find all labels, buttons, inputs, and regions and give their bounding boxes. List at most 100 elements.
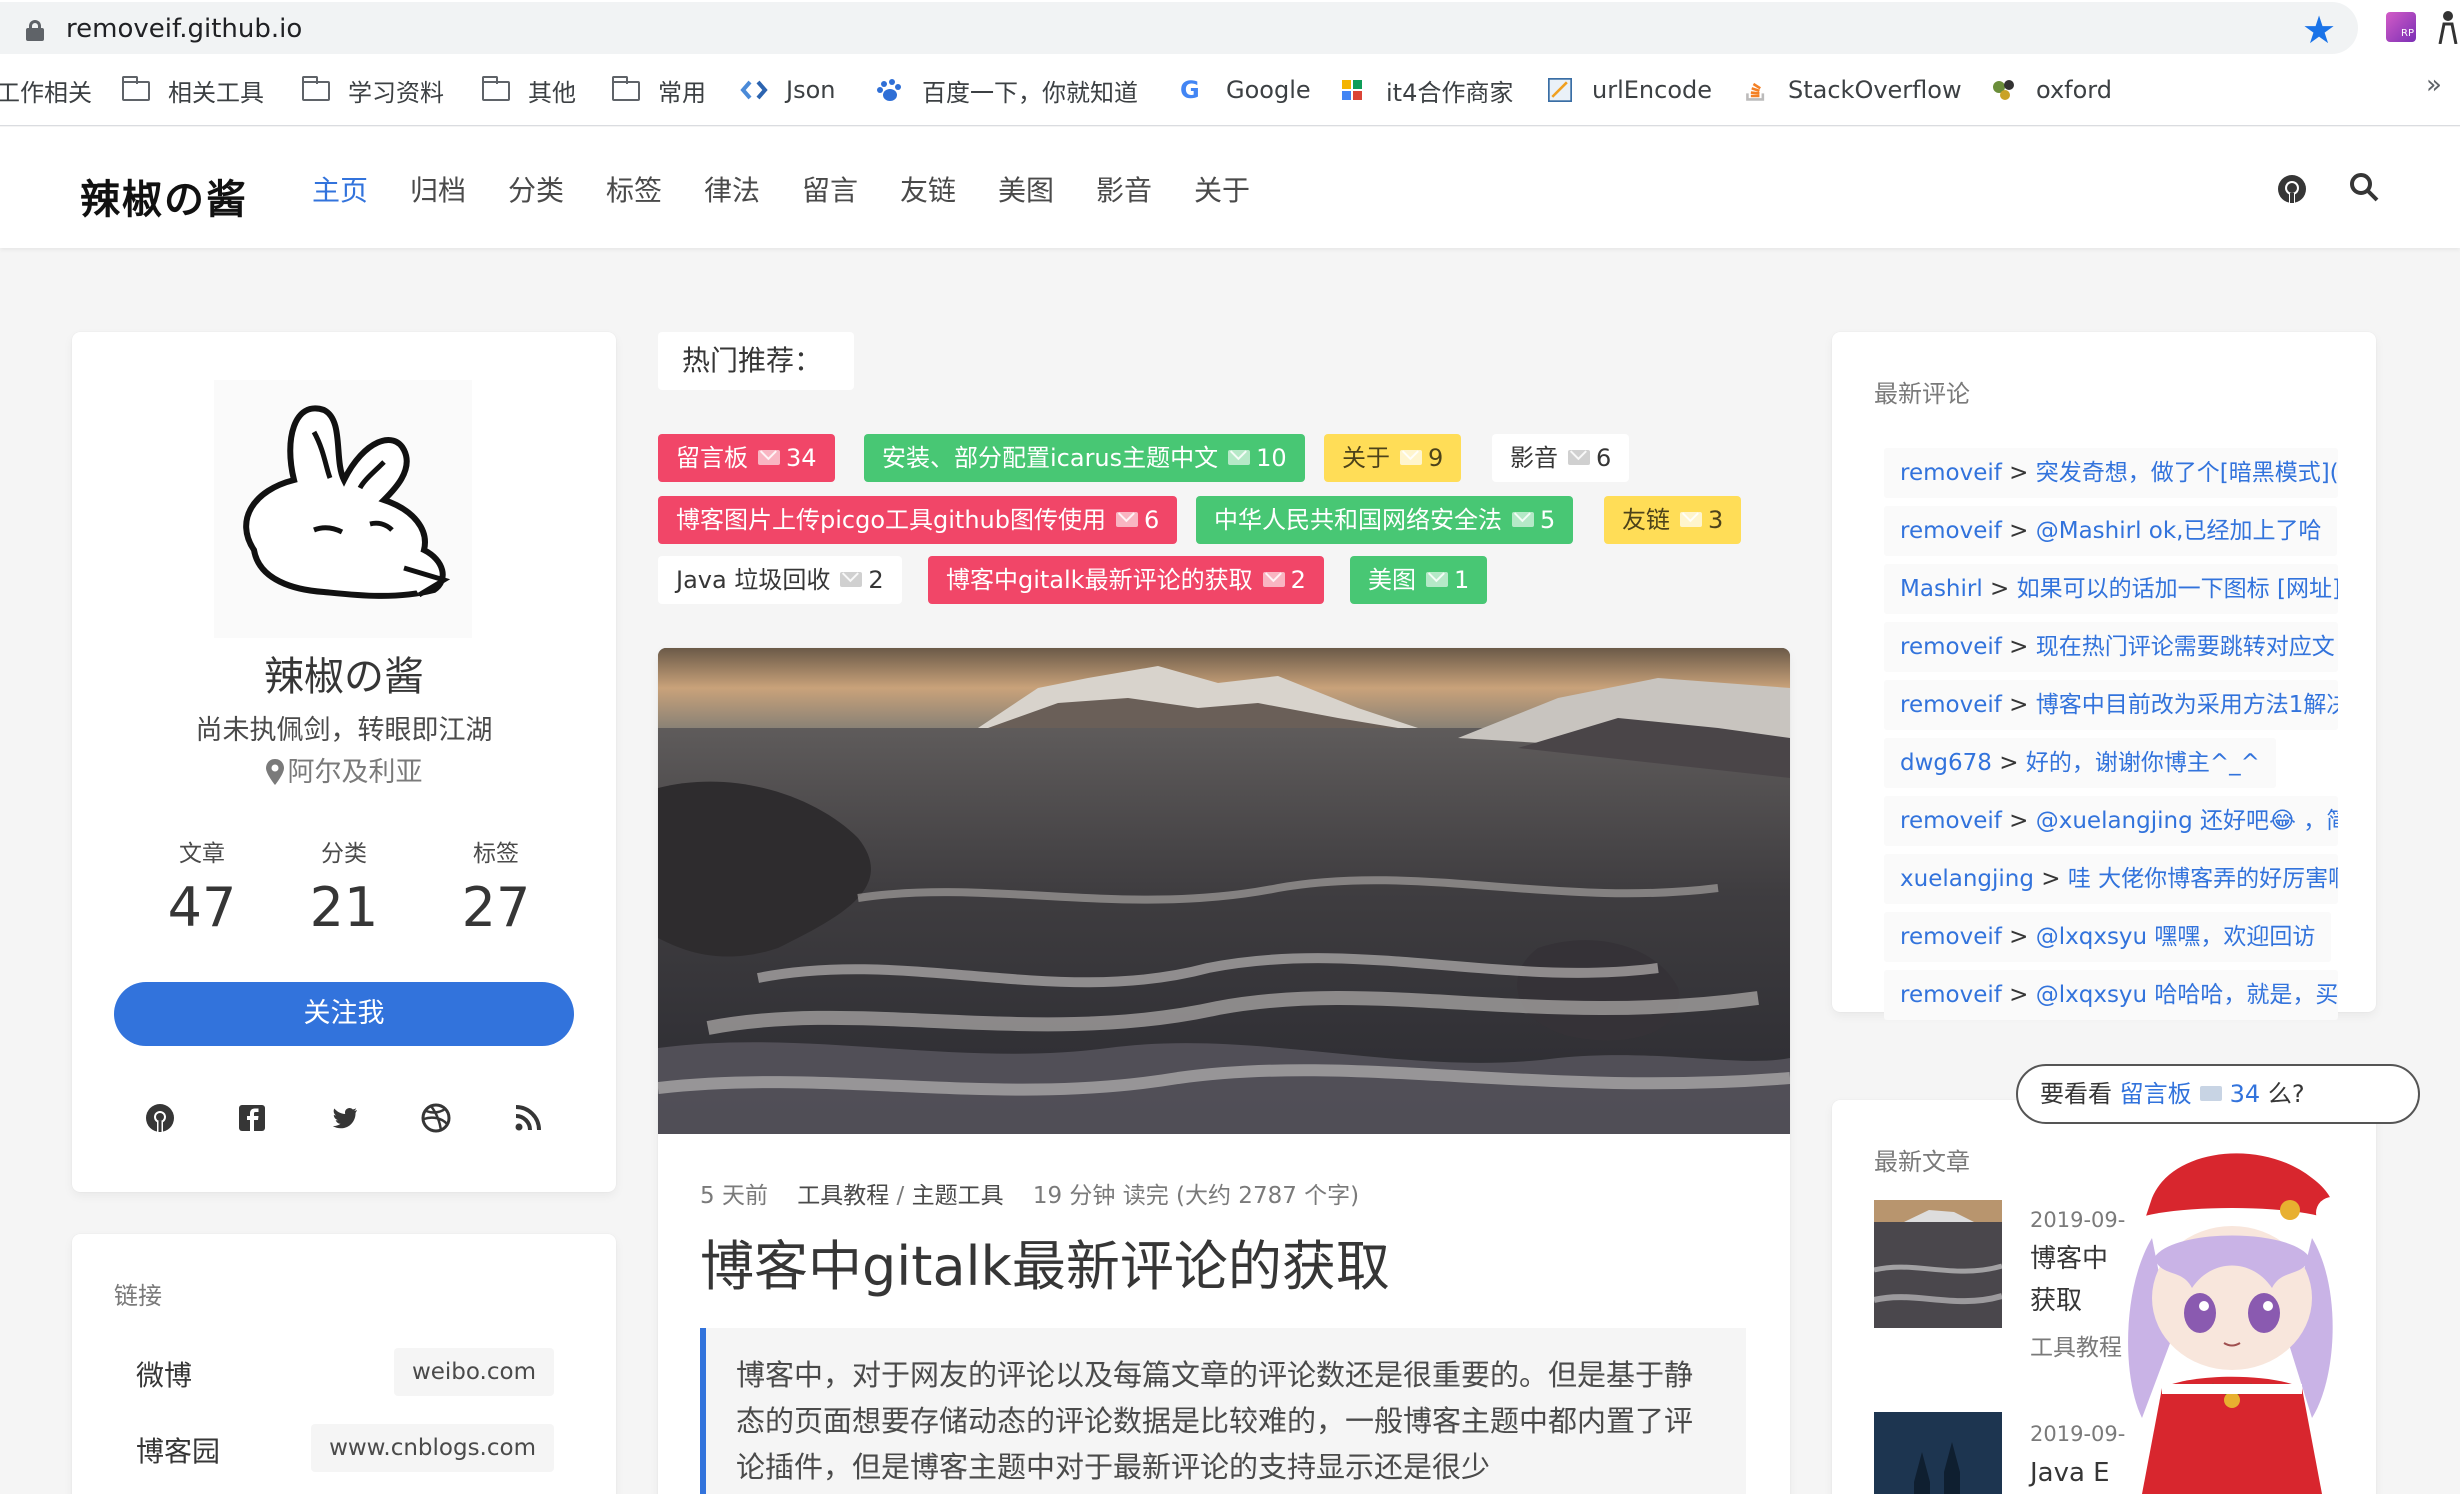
nav-home[interactable]: 主页: [312, 169, 368, 209]
latest-comments-card: 最新评论 removeif > 突发奇想，做了个[暗黑模式](h removei…: [1832, 332, 2376, 1020]
dribbble-icon[interactable]: [420, 1102, 452, 1134]
comment-item[interactable]: removeif > 突发奇想，做了个[暗黑模式](h: [1884, 448, 2338, 498]
bookmark-folder[interactable]: 常用: [612, 72, 706, 108]
comment-item[interactable]: removeif > @xuelangjing 还好吧😂 ，简单: [1884, 796, 2338, 846]
nav-media[interactable]: 影音: [1096, 169, 1152, 209]
urlencode-icon: [1548, 78, 1572, 102]
nav-categories[interactable]: 分类: [508, 169, 564, 209]
bookmark-link[interactable]: StackOverflow: [1742, 72, 1962, 108]
rss-icon[interactable]: [512, 1102, 544, 1134]
baidu-paw-icon: [877, 79, 901, 101]
envelope-icon: [1115, 512, 1138, 527]
github-icon[interactable]: [144, 1102, 176, 1134]
bookmark-link[interactable]: Json: [740, 72, 835, 108]
extension-rp-icon[interactable]: RP: [2386, 12, 2416, 42]
bookmark-folder[interactable]: 其他: [482, 72, 576, 108]
hot-tag[interactable]: 影音 6: [1492, 434, 1630, 482]
folder-icon: [122, 76, 150, 101]
google-g-icon: G: [1180, 76, 1200, 104]
recent-article-thumbnail[interactable]: [1874, 1412, 2002, 1494]
nav-tags[interactable]: 标签: [606, 169, 662, 209]
bookmark-folder[interactable]: 学习资料: [302, 72, 444, 108]
hot-tag[interactable]: Java 垃圾回收 2: [658, 556, 902, 604]
link-url-tag[interactable]: www.cnblogs.com: [311, 1424, 554, 1472]
lock-icon[interactable]: [26, 20, 44, 41]
nav-friends[interactable]: 友链: [900, 169, 956, 209]
envelope-icon: [1568, 450, 1590, 465]
comment-item[interactable]: xuelangjing > 哇 大佬你博客弄的好厉害啊: [1884, 854, 2338, 904]
hot-tag[interactable]: 博客中gitalk最新评论的获取 2: [928, 556, 1324, 604]
article-meta: 5 天前 工具教程 / 主题工具 19 分钟 读完 (大约 2787 个字): [700, 1183, 1360, 1209]
bookmark-folder[interactable]: 工作相关: [0, 72, 92, 108]
bookmark-star-icon[interactable]: ★: [2302, 8, 2336, 52]
site-navbar: 辣椒の酱 主页 归档 分类 标签 律法 留言 友链 美图 影音 关于: [0, 127, 2460, 248]
article-cover-image[interactable]: [658, 648, 1790, 1134]
follow-button[interactable]: 关注我: [114, 982, 574, 1046]
comment-item[interactable]: removeif > 博客中目前改为采用方法1解决: [1884, 680, 2338, 730]
recent-article-thumbnail[interactable]: [1874, 1200, 2002, 1328]
comment-item[interactable]: removeif > 现在热门评论需要跳转对应文: [1884, 622, 2338, 672]
bookmark-link[interactable]: urlEncode: [1546, 72, 1712, 108]
nav-about[interactable]: 关于: [1194, 169, 1250, 209]
envelope-icon: [1228, 450, 1251, 465]
hot-tag[interactable]: 博客图片上传picgo工具github图传使用 6: [658, 496, 1178, 544]
hot-tag[interactable]: 美图 1: [1350, 556, 1488, 604]
live2d-mascot[interactable]: [2082, 1138, 2352, 1494]
bookmark-link[interactable]: G Google: [1180, 72, 1311, 108]
article-card: 5 天前 工具教程 / 主题工具 19 分钟 读完 (大约 2787 个字) 博…: [658, 648, 1790, 1494]
comment-item[interactable]: removeif > @lxqxsyu 哈哈哈，就是，买了: [1884, 970, 2338, 1020]
address-bar[interactable]: removeif.github.io ★: [0, 2, 2358, 54]
stat-label-categories: 分类: [321, 841, 367, 867]
hot-tag[interactable]: 留言板 34: [658, 434, 835, 482]
bubble-guestbook-link[interactable]: 留言板: [2120, 1080, 2192, 1108]
comment-item[interactable]: removeif > @lxqxsyu 嘿嘿，欢迎回访: [1884, 912, 2332, 962]
bookmarks-overflow-button[interactable]: »: [2426, 70, 2442, 100]
hot-tag[interactable]: 友链 3: [1604, 496, 1742, 544]
nav-guestbook[interactable]: 留言: [802, 169, 858, 209]
article-category-link[interactable]: 工具教程: [797, 1183, 889, 1209]
profile-card: 辣椒の酱 尚未执佩剑，转眼即江湖 阿尔及利亚 文章 分类 标签 47 21 27…: [72, 332, 616, 1192]
stat-value-tags[interactable]: 27: [436, 876, 556, 939]
envelope-icon: [1262, 572, 1285, 587]
article-title[interactable]: 博客中gitalk最新评论的获取: [700, 1222, 1390, 1301]
hot-tag[interactable]: 中华人民共和国网络安全法 5: [1196, 496, 1574, 544]
extension-person-icon[interactable]: [2436, 10, 2460, 44]
avatar: [214, 380, 472, 638]
link-url-tag[interactable]: weibo.com: [393, 1348, 554, 1396]
envelope-icon: [2199, 1086, 2222, 1101]
stat-value-categories[interactable]: 21: [284, 876, 404, 939]
comments-title: 最新评论: [1874, 380, 1970, 408]
profile-motto: 尚未执佩剑，转眼即江湖: [195, 715, 493, 746]
link-name[interactable]: 博客园: [136, 1430, 220, 1470]
comment-item[interactable]: removeif > @Mashirl ok,已经加上了哈: [1884, 506, 2338, 556]
stat-value-posts[interactable]: 47: [142, 876, 262, 939]
search-icon[interactable]: [2348, 171, 2380, 203]
article-subcategory-link[interactable]: 主题工具: [912, 1183, 1004, 1209]
bookmark-link[interactable]: oxford: [1990, 72, 2112, 108]
article-time: 5 天前: [700, 1183, 768, 1209]
link-name[interactable]: 微博: [136, 1354, 192, 1394]
bookmark-link[interactable]: it4合作商家: [1340, 72, 1513, 108]
envelope-icon: [1680, 512, 1702, 527]
folder-icon: [302, 76, 330, 101]
article-excerpt: 博客中，对于网友的评论以及每篇文章的评论数还是很重要的。但是基于静态的页面想要存…: [700, 1328, 1746, 1494]
hot-tag[interactable]: 安装、部分配置icarus主题中文 10: [864, 434, 1305, 482]
comment-item[interactable]: dwg678 > 好的，谢谢你博主^_^: [1884, 738, 2276, 788]
bookmarks-bar: 工作相关 相关工具 学习资料 其他 常用 Json 百度一下，你就知道 G Go…: [0, 58, 2460, 126]
github-icon[interactable]: [2276, 173, 2308, 205]
nav-law[interactable]: 律法: [704, 169, 760, 209]
twitter-icon[interactable]: [328, 1102, 360, 1134]
url-text[interactable]: removeif.github.io: [66, 14, 302, 44]
nav-archive[interactable]: 归档: [410, 169, 466, 209]
profile-name: 辣椒の酱: [264, 654, 424, 700]
bookmark-folder[interactable]: 相关工具: [122, 72, 264, 108]
stat-label-posts: 文章: [179, 841, 225, 867]
nav-gallery[interactable]: 美图: [998, 169, 1054, 209]
bookmark-link[interactable]: 百度一下，你就知道: [876, 72, 1138, 108]
comment-item[interactable]: Mashirl > 如果可以的话加一下图标 [网址]: [1884, 564, 2338, 614]
stackoverflow-icon: [1746, 82, 1765, 101]
site-logo[interactable]: 辣椒の酱: [80, 167, 248, 225]
hot-tag[interactable]: 关于 9: [1324, 434, 1462, 482]
facebook-icon[interactable]: [236, 1102, 268, 1134]
envelope-icon: [840, 572, 863, 587]
